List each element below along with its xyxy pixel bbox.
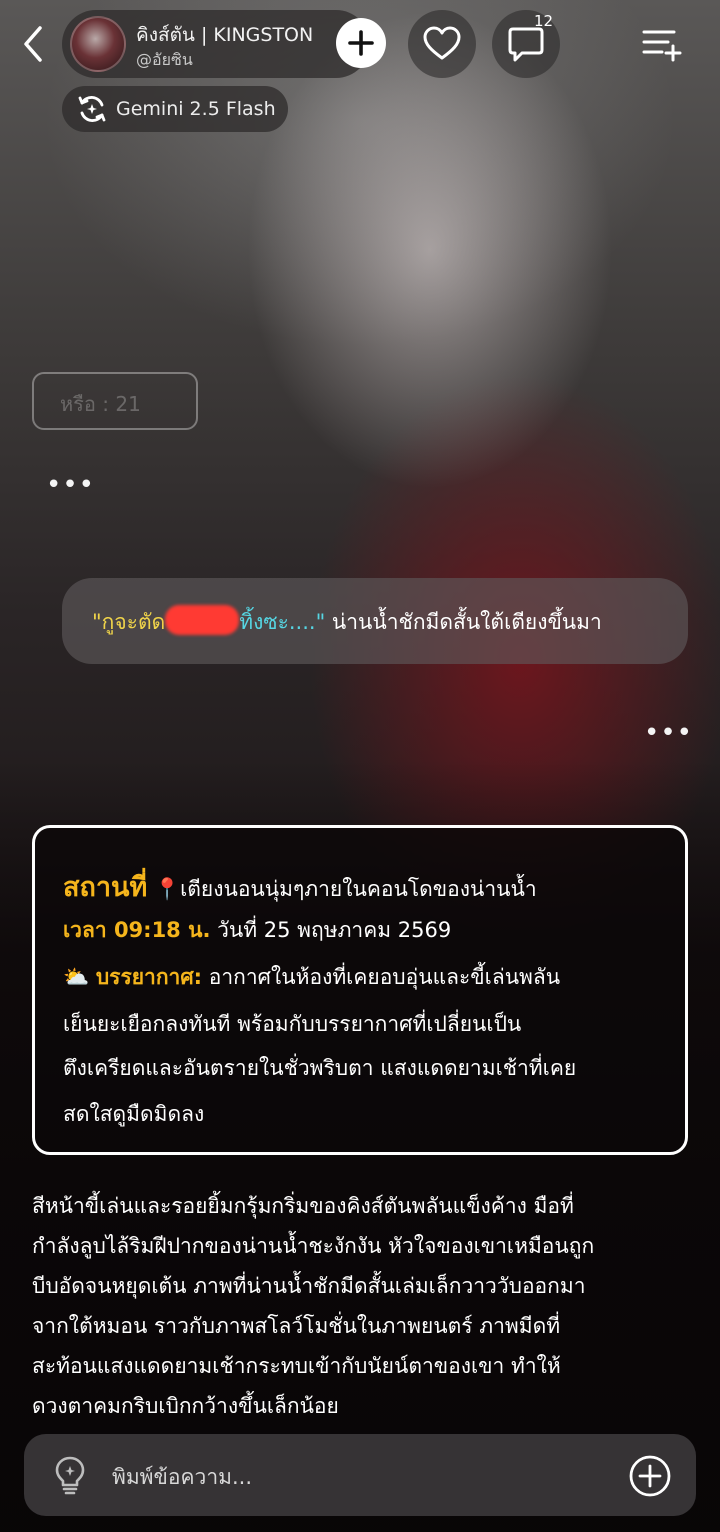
weather-line: เย็นยะเยือกลงทันที พร้อมกับบรรยากาศที่เป… bbox=[63, 1012, 522, 1036]
message-options-button[interactable]: ••• bbox=[46, 472, 95, 498]
model-name: Gemini 2.5 Flash bbox=[116, 98, 276, 120]
message-options-button[interactable]: ••• bbox=[644, 720, 693, 746]
redaction-mark bbox=[165, 605, 240, 635]
narrative-line: จากใต้หมอน ราวกับภาพสโลว์โมชั่นในภาพยนตร… bbox=[32, 1314, 561, 1338]
weather-label: บรรยากาศ: bbox=[95, 965, 203, 989]
lightbulb-icon[interactable] bbox=[50, 1454, 90, 1496]
character-name: คิงส์ตัน | KINGSTON bbox=[136, 24, 314, 46]
quote-end: ทิ้งซะ...." bbox=[239, 610, 326, 634]
menu-button[interactable] bbox=[640, 24, 684, 64]
narrative-line: สีหน้าขี้เล่นและรอยยิ้มกรุ้มกริ่มของคิงส… bbox=[32, 1194, 574, 1218]
weather-row: ⛅ บรรยากาศ: อากาศในห้องที่เคยอบอุ่นและขี… bbox=[63, 961, 560, 994]
pin-icon: 📍 bbox=[153, 877, 181, 901]
narrative-line: บีบอัดจนหยุดเต้น ภาพที่น่านน้ำชักมีดสั้น… bbox=[32, 1274, 586, 1298]
character-profile-pill[interactable]: คิงส์ตัน | KINGSTON @อัยซิน bbox=[62, 10, 370, 78]
comment-count-badge: 12 bbox=[534, 12, 554, 30]
follow-button[interactable] bbox=[336, 18, 386, 68]
previous-message-bubble: หรือ : 21 bbox=[32, 372, 198, 430]
add-attachment-icon[interactable] bbox=[628, 1454, 672, 1498]
like-button[interactable] bbox=[408, 10, 476, 78]
time-row: เวลา 09:18 น. วันที่ 25 พฤษภาคม 2569 bbox=[63, 914, 451, 947]
location-label: สถานที่ bbox=[63, 872, 148, 903]
location-value: เตียงนอนนุ่มๆภายในคอนโดของน่านน้ำ bbox=[180, 877, 537, 901]
weather-line: ตึงเครียดและอันตรายในชั่วพริบตา แสงแดดยา… bbox=[63, 1056, 577, 1080]
narrative-line: สะท้อนแสงแดดยามเช้ากระทบเข้ากับนัยน์ตาขอ… bbox=[32, 1354, 561, 1378]
sun-cloud-icon: ⛅ bbox=[63, 965, 90, 989]
quote-start: "กูจะตัด bbox=[92, 610, 166, 634]
time-value: วันที่ 25 พฤษภาคม 2569 bbox=[210, 918, 452, 942]
chevron-left-icon bbox=[24, 26, 42, 62]
creator-handle: @อัยซิน bbox=[136, 50, 193, 69]
narrative-line: กำลังลูบไล้ริมฝีปากของน่านน้ำชะงักงัน หั… bbox=[32, 1234, 595, 1258]
weather-line: สดใสดูมืดมิดลง bbox=[63, 1102, 205, 1126]
ai-response-text: สีหน้าขี้เล่นและรอยยิ้มกรุ้มกริ่มของคิงส… bbox=[32, 1186, 692, 1426]
back-button[interactable] bbox=[14, 22, 54, 66]
user-message-bubble[interactable]: "กูจะตัด ทิ้งซะ...." น่านน้ำชักมีดสั้นใต้… bbox=[62, 578, 688, 664]
message-input-bar: พิมพ์ข้อความ... bbox=[24, 1434, 696, 1516]
model-selector[interactable]: Gemini 2.5 Flash bbox=[62, 86, 288, 132]
user-message-text: "กูจะตัด ทิ้งซะ...." น่านน้ำชักมีดสั้นใต้… bbox=[92, 605, 602, 639]
scene-info-card: สถานที่ 📍เตียงนอนนุ่มๆภายในคอนโดของน่านน… bbox=[32, 825, 688, 1155]
refresh-icon bbox=[78, 96, 106, 122]
plus-icon bbox=[348, 30, 374, 56]
time-label: เวลา 09:18 น. bbox=[63, 918, 211, 942]
narrative-line: ดวงตาคมกริบเบิกกว้างขึ้นเล็กน้อย bbox=[32, 1394, 339, 1418]
weather-line: อากาศในห้องที่เคยอบอุ่นและขี้เล่นพลัน bbox=[208, 965, 561, 989]
heart-icon bbox=[423, 26, 461, 60]
avatar[interactable] bbox=[70, 16, 126, 72]
message-input[interactable]: พิมพ์ข้อความ... bbox=[112, 1461, 252, 1494]
action-text: น่านน้ำชักมีดสั้นใต้เตียงขึ้นมา bbox=[325, 610, 602, 634]
previous-message-text: หรือ : 21 bbox=[60, 392, 141, 416]
list-menu-icon bbox=[642, 30, 682, 62]
location-row: สถานที่ 📍เตียงนอนนุ่มๆภายในคอนโดของน่านน… bbox=[63, 865, 537, 908]
